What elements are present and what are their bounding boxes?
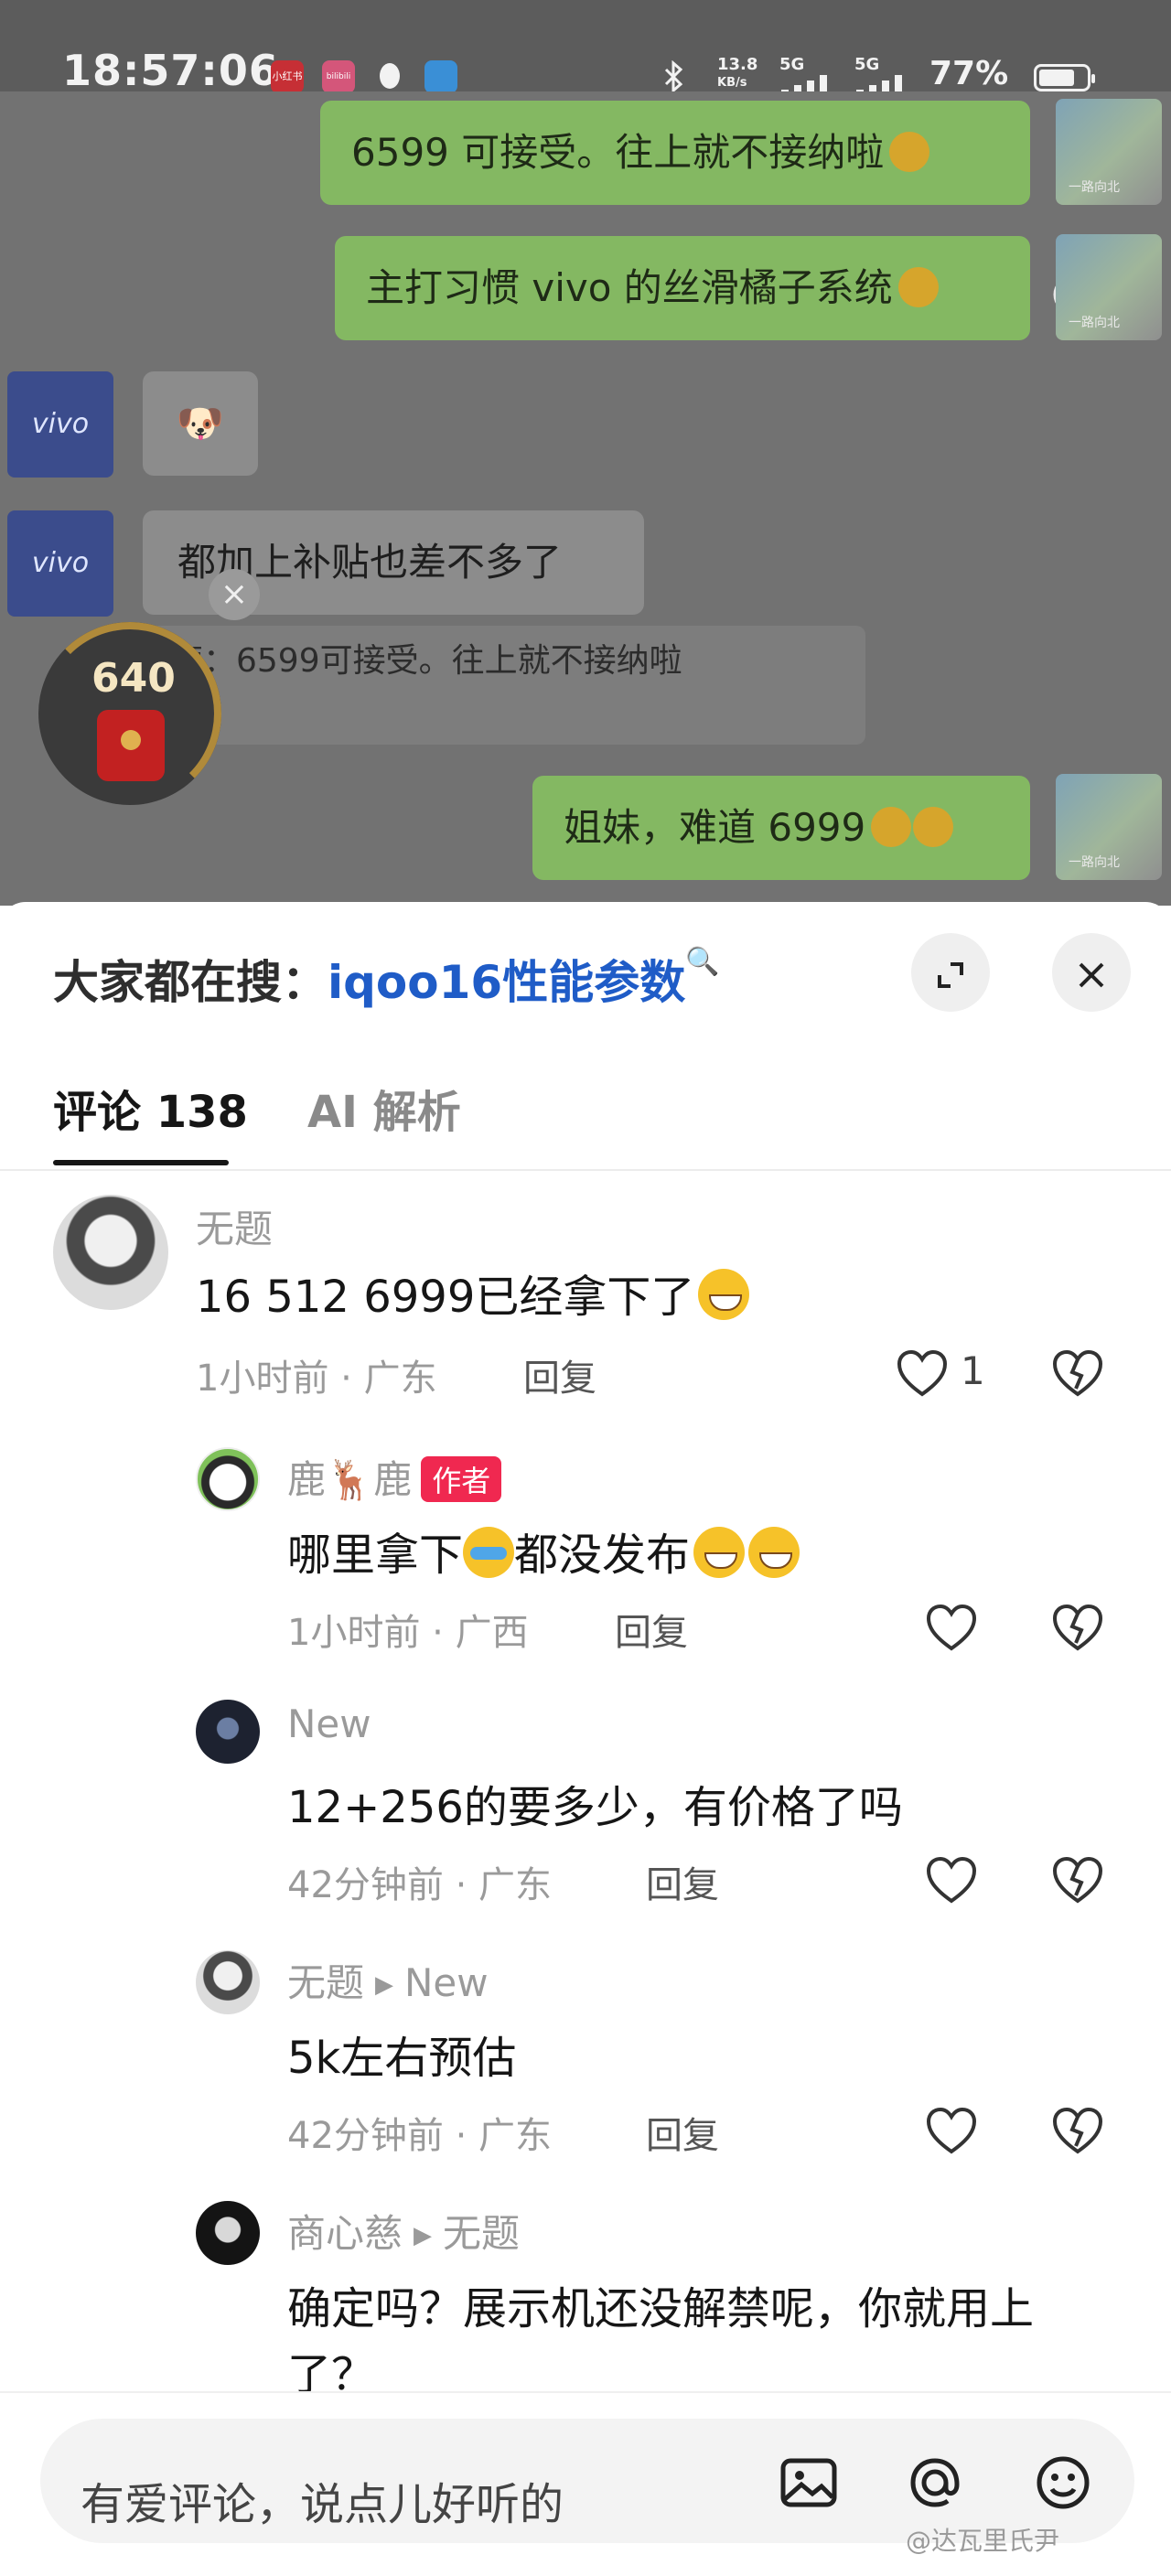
at-icon[interactable] [900,2448,970,2517]
comment-author[interactable]: 无题 [196,1198,273,1254]
chat-background: 18:57:06 小红书 bilibili 13.8 KB/s 5G 5G 77%… [0,0,1171,906]
vivo-avatar[interactable]: vivo [7,371,113,478]
status-time: 18:57:06 [62,46,279,95]
divider [0,1169,1171,1171]
trending-search[interactable]: 大家都在搜：iqoo16性能参数🔍 [53,946,720,1012]
reply-button[interactable]: 回复 [523,1348,596,1401]
net-speed: 13.8 KB/s [717,55,758,91]
chat-message[interactable]: 6599 可接受。往上就不接纳啦 [320,101,1030,205]
avatar[interactable] [196,1950,260,2014]
search-icon: 🔍 [685,946,720,978]
heart-icon[interactable] [926,1857,977,1905]
self-avatar[interactable]: 一路向北 [1056,99,1162,205]
grin-emoji-icon [698,1269,750,1320]
chat-history: 6599 可接受。往上就不接纳啦 一路向北 主打习惯 vivo 的丝滑橘子系统 … [0,91,1171,906]
reply-button[interactable]: 回复 [615,1603,688,1656]
crying-emoji-icon [913,806,954,847]
signal-label-2: 5G [854,55,880,74]
bilibili-icon: bilibili [322,60,355,93]
avatar[interactable] [196,1700,260,1764]
self-avatar[interactable]: 一路向北 [1056,774,1162,880]
laughing-emoji-icon [889,131,930,172]
tab-indicator [53,1160,229,1165]
expand-button[interactable] [911,933,990,1012]
comment-text: 哪里拿下 都没发布 [287,1519,800,1583]
battery-icon [1034,64,1095,91]
widget-close-button[interactable]: × [209,569,260,620]
author-badge: 作者 [421,1455,502,1502]
broken-heart-icon[interactable] [1052,1348,1103,1400]
grin-emoji-icon [748,1527,800,1578]
reply-button[interactable]: 回复 [646,1855,719,1908]
comment-author[interactable]: 无题 ▶ New [287,1952,489,2008]
status-bar: 18:57:06 小红书 bilibili 13.8 KB/s 5G 5G 77% [0,0,1171,97]
comment-time: 42分钟前 · 广东 [287,2115,553,2157]
comment-author[interactable]: 鹿🦌鹿 作者 [287,1449,502,1506]
self-avatar[interactable]: 一路向北 [1056,234,1162,340]
comment-text: 16 512 6999已经拿下了 [196,1261,750,1326]
heart-icon[interactable] [926,1605,977,1652]
tab-ai-analysis[interactable]: AI 解析 [307,1076,461,1140]
reply-arrow-icon: ▶ [375,1971,394,1999]
heart-icon[interactable] [897,1350,948,1398]
avatar[interactable] [53,1195,168,1310]
comment-sheet: 大家都在搜：iqoo16性能参数🔍 评论 138 AI 解析 无题 16 512… [0,902,1171,2576]
red-packet-icon [97,710,165,781]
chat-message[interactable]: 姐妹，难道 6999 [532,776,1030,880]
comment-input-placeholder: 有爱评论，说点儿好听的 [81,2479,564,2530]
avatar[interactable] [196,1447,260,1511]
chat-sticker[interactable]: 🐶 [143,371,258,476]
grin-emoji-icon [693,1527,746,1578]
comment-author[interactable]: New [287,1701,371,1746]
red-packet-count: 640 [91,655,176,702]
emoji-icon[interactable] [1028,2448,1098,2517]
laughing-emoji-icon [897,266,939,307]
chat-message[interactable]: 主打习惯 vivo 的丝滑橘子系统 [335,236,1030,340]
crying-emoji-icon [871,806,912,847]
qq-icon [373,60,406,93]
crying-emoji-icon [463,1527,515,1578]
vivo-avatar[interactable]: vivo [7,510,113,617]
broken-heart-icon[interactable] [1052,1603,1103,1654]
red-packet-widget[interactable]: 640 [38,622,221,805]
comment-text: 5k左右预估 [287,2033,517,2084]
broken-heart-icon[interactable] [1052,2106,1103,2157]
xiaohongshu-icon: 小红书 [271,60,304,93]
reply-button[interactable]: 回复 [646,2106,719,2159]
image-icon[interactable] [774,2448,843,2517]
comment-text: 确定吗？展示机还没解禁呢，你就用上 [287,2283,1035,2334]
close-button[interactable] [1052,933,1131,1012]
comment-time: 1小时前 · 广西 [287,1612,529,1654]
like-count: 1 [961,1348,985,1393]
watermark: @达瓦里氏尹 [906,2526,1060,2556]
quoted-message[interactable]: 鹿：6599可接受。往上就不接纳啦 [143,626,865,745]
tab-comments[interactable]: 评论 138 [53,1076,248,1140]
weather-icon [424,60,457,93]
signal-label-1: 5G [779,55,805,74]
battery-percent: 77% [929,55,1009,92]
avatar[interactable] [196,2201,260,2265]
comment-time: 42分钟前 · 广东 [287,1864,553,1906]
heart-icon[interactable] [926,2108,977,2155]
broken-heart-icon[interactable] [1052,1855,1103,1906]
reply-arrow-icon: ▶ [414,2222,433,2249]
comment-text: 12+256的要多少，有价格了吗 [287,1782,903,1833]
comment-time: 1小时前 · 广东 [196,1358,437,1400]
comment-author[interactable]: 商心慈 ▶ 无题 [287,2203,520,2259]
